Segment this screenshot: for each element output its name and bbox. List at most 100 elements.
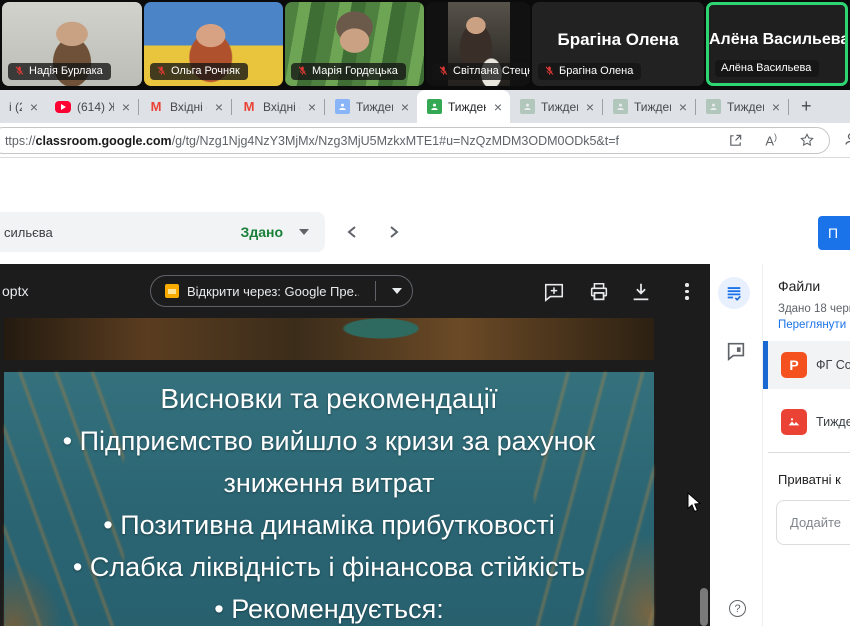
classroom-icon bbox=[334, 99, 350, 115]
url-host: classroom.google.com bbox=[36, 134, 172, 148]
address-bar[interactable]: https://classroom.google.com/g/tg/Nzg1Nj… bbox=[0, 127, 830, 154]
tab-label: Вхідні (3 bbox=[263, 100, 300, 114]
participant-display-name: Алёна Васильева bbox=[709, 31, 845, 49]
chevron-down-icon[interactable] bbox=[392, 288, 402, 294]
participant-name: Марія Гордецька bbox=[312, 65, 398, 77]
tab-close-icon[interactable]: × bbox=[120, 99, 132, 115]
mic-off-icon bbox=[544, 65, 555, 77]
file-viewer: optx Відкрити через: Google Пре... Висно… bbox=[0, 264, 710, 626]
chevron-right-icon bbox=[388, 225, 400, 239]
classroom-icon bbox=[519, 99, 535, 115]
file-item[interactable]: Тижде bbox=[763, 398, 850, 446]
slide-bullet: • Рекомендується: bbox=[34, 588, 624, 626]
comment-icon[interactable] bbox=[725, 340, 747, 362]
help-icon[interactable]: ? bbox=[729, 600, 746, 617]
chevron-left-icon bbox=[346, 225, 358, 239]
mouse-cursor bbox=[687, 492, 702, 513]
mic-off-icon bbox=[438, 65, 449, 77]
prev-student-button[interactable] bbox=[338, 218, 366, 246]
powerpoint-file-icon: P bbox=[781, 352, 807, 378]
tab-label: Вхідні (1 bbox=[170, 100, 207, 114]
private-comments-title: Приватні к bbox=[778, 472, 841, 487]
tab-label: Тижден bbox=[634, 100, 671, 114]
return-button[interactable]: П bbox=[818, 216, 850, 250]
participant-nametag: Алёна Васильева bbox=[715, 60, 819, 77]
current-slide[interactable]: Висновки та рекомендації • Підприємство … bbox=[4, 372, 654, 626]
participant-tile[interactable]: Надія Бурлака bbox=[2, 2, 142, 86]
file-item-name: Тижде bbox=[816, 415, 850, 429]
tab-close-icon[interactable]: × bbox=[770, 99, 782, 115]
tab-gmail[interactable]: M Вхідні (1 × bbox=[139, 90, 231, 123]
private-comment-input[interactable] bbox=[776, 500, 850, 545]
tab-partial[interactable]: і (2 × bbox=[0, 90, 46, 123]
tab-close-icon[interactable]: × bbox=[399, 99, 411, 115]
participant-tile[interactable]: Брагіна Олена Брагіна Олена bbox=[532, 2, 704, 86]
slide-bullet: • Підприємство вийшло з кризи за рахунок… bbox=[34, 420, 624, 504]
tab-classroom-active[interactable]: Тижден × bbox=[417, 90, 510, 123]
open-with-button[interactable]: Відкрити через: Google Пре... bbox=[150, 275, 413, 307]
participant-nametag: Надія Бурлака bbox=[8, 63, 111, 80]
screen: Надія Бурлака Ольга Рочняк Марія Гордець… bbox=[0, 0, 850, 626]
tab-close-icon[interactable]: × bbox=[213, 99, 225, 115]
gmail-icon: M bbox=[148, 99, 164, 115]
participant-nametag: Світлана Стецюк bbox=[432, 63, 530, 80]
read-aloud-icon[interactable]: A) bbox=[765, 132, 777, 148]
tab-close-icon[interactable]: × bbox=[677, 99, 689, 115]
participant-nametag: Марія Гордецька bbox=[291, 63, 406, 80]
classroom-icon bbox=[426, 99, 442, 115]
tab-close-icon[interactable]: × bbox=[492, 99, 504, 115]
youtube-icon bbox=[55, 99, 71, 115]
files-title: Файли bbox=[778, 278, 820, 294]
new-tab-button[interactable]: + bbox=[801, 96, 812, 117]
more-options-icon[interactable] bbox=[676, 281, 698, 303]
participant-tile[interactable]: Ольга Рочняк bbox=[144, 2, 283, 86]
download-icon[interactable] bbox=[630, 281, 652, 303]
google-slides-icon bbox=[165, 284, 179, 298]
classroom-icon bbox=[705, 99, 721, 115]
tab-classroom[interactable]: Тижден × bbox=[510, 90, 602, 123]
participant-name: Світлана Стецюк bbox=[453, 65, 530, 77]
divider bbox=[375, 281, 376, 301]
tab-classroom[interactable]: Тижден × bbox=[603, 90, 695, 123]
student-name: сильєва bbox=[4, 225, 241, 240]
mic-off-icon bbox=[156, 65, 167, 77]
divider bbox=[768, 452, 850, 453]
favorite-star-icon[interactable] bbox=[799, 132, 815, 148]
grading-icon[interactable] bbox=[718, 277, 750, 309]
tab-close-icon[interactable]: × bbox=[306, 99, 318, 115]
url-text: https://classroom.google.com/g/tg/Nzg1Nj… bbox=[5, 134, 728, 148]
print-icon[interactable] bbox=[588, 281, 610, 303]
tab-classroom[interactable]: Тижден × bbox=[325, 90, 417, 123]
address-bar-icons: A) bbox=[728, 132, 821, 148]
classroom-icon bbox=[612, 99, 628, 115]
participant-tile[interactable]: Світлана Стецюк bbox=[426, 2, 530, 86]
file-item-selected[interactable]: P ФГ Сон bbox=[763, 341, 850, 389]
profile-icon[interactable] bbox=[843, 131, 850, 147]
history-link[interactable]: Переглянути і bbox=[778, 319, 850, 331]
next-student-button[interactable] bbox=[380, 218, 408, 246]
tab-gmail[interactable]: M Вхідні (3 × bbox=[232, 90, 324, 123]
participant-name: Ольга Рочняк bbox=[171, 65, 240, 77]
tab-classroom[interactable]: Тижден × bbox=[696, 90, 788, 123]
meeting-strip: Надія Бурлака Ольга Рочняк Марія Гордець… bbox=[0, 0, 850, 90]
submission-bar: сильєва Здано bbox=[0, 212, 325, 252]
browser-tab-strip: і (2 × (614) Ж × M Вхідні (1 × M Вхідні … bbox=[0, 90, 850, 123]
tab-close-icon[interactable]: × bbox=[28, 99, 40, 115]
participant-tile-active-speaker[interactable]: Алёна Васильева Алёна Васильева bbox=[706, 2, 848, 86]
participant-name: Алёна Васильева bbox=[721, 62, 811, 74]
gmail-icon: M bbox=[241, 99, 257, 115]
tab-label: (614) Ж bbox=[77, 100, 114, 114]
viewer-scrollbar-thumb[interactable] bbox=[700, 588, 708, 626]
tab-youtube[interactable]: (614) Ж × bbox=[46, 90, 138, 123]
slide-bullet: • Слабка ліквідність і фінансова стійкіс… bbox=[34, 546, 624, 588]
previous-slide-edge bbox=[4, 318, 654, 360]
participant-tile[interactable]: Марія Гордецька bbox=[285, 2, 424, 86]
participant-display-name: Брагіна Олена bbox=[532, 30, 704, 50]
add-comment-icon[interactable] bbox=[543, 281, 565, 303]
tab-close-icon[interactable]: × bbox=[584, 99, 596, 115]
viewer-toolbar: optx Відкрити через: Google Пре... bbox=[0, 264, 710, 318]
browser-url-row: https://classroom.google.com/g/tg/Nzg1Nj… bbox=[0, 123, 850, 158]
slide-text: Висновки та рекомендації • Підприємство … bbox=[34, 378, 624, 626]
chevron-down-icon[interactable] bbox=[299, 229, 309, 235]
open-external-icon[interactable] bbox=[728, 133, 743, 148]
